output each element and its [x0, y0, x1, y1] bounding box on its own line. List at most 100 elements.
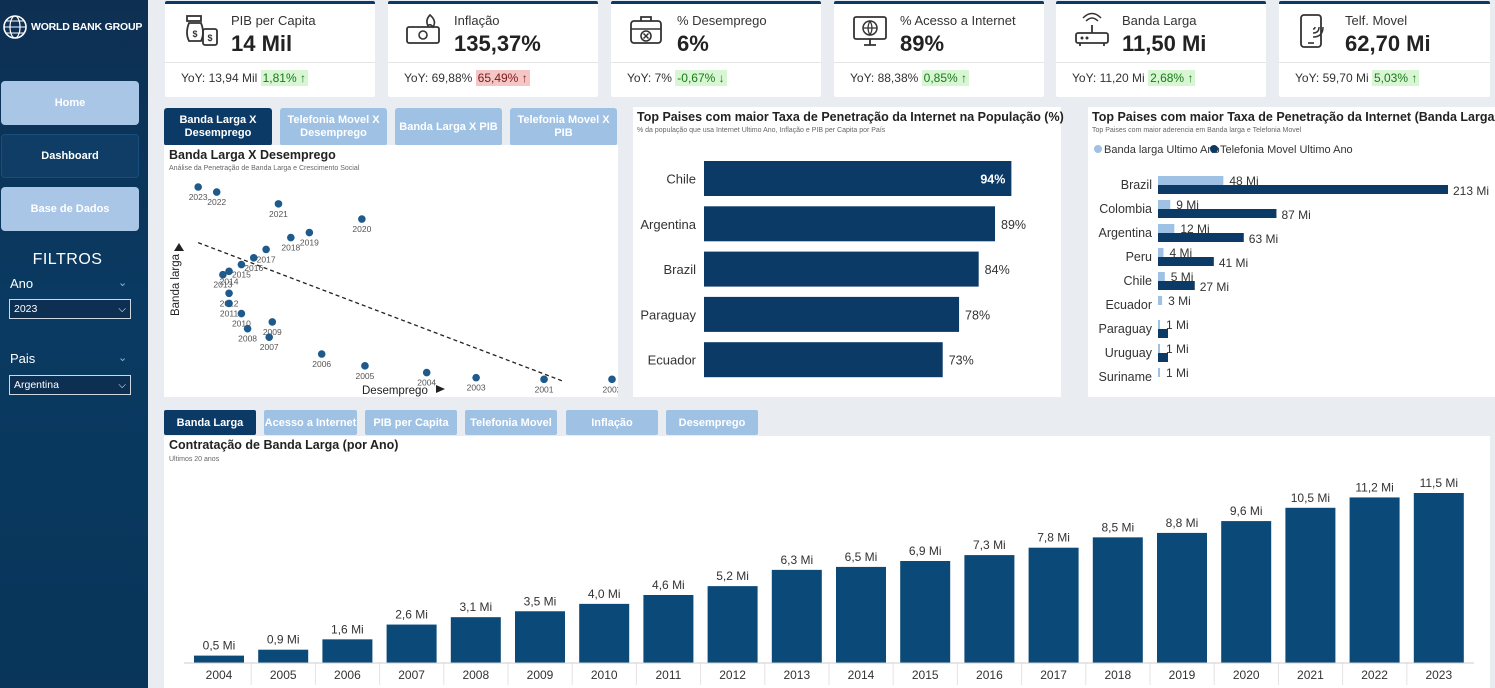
sidebar: WORLD BANK GROUP Home Dashboard Base de … — [0, 0, 148, 688]
arrow-up-icon: ↑ — [521, 71, 528, 85]
bar-broadband[interactable] — [1158, 296, 1163, 305]
bar-value-label: 0,5 Mi — [203, 639, 236, 653]
scatter-point[interactable] — [212, 188, 221, 196]
bar-value-label: 27 Mi — [1200, 280, 1229, 294]
bar-broadband[interactable] — [1158, 200, 1171, 209]
scatter-point[interactable] — [268, 318, 277, 326]
bar[interactable] — [386, 624, 437, 663]
bar-mobile[interactable] — [1158, 329, 1168, 338]
bar-mobile[interactable] — [1158, 209, 1277, 218]
bar[interactable] — [258, 649, 309, 663]
scatter-point[interactable] — [237, 309, 246, 318]
scatter-point[interactable] — [274, 200, 283, 208]
nav-home-button[interactable]: Home — [1, 81, 139, 125]
scatter-point-label: 2001 — [535, 384, 554, 394]
filter-year-collapse-icon[interactable]: ⌄ — [118, 276, 127, 289]
bar-broadband[interactable] — [1158, 224, 1175, 233]
scatter-point[interactable] — [361, 362, 369, 370]
scatter-point[interactable] — [262, 245, 270, 254]
tab-metric-0[interactable]: Banda Larga — [164, 410, 256, 435]
nav-database-button[interactable]: Base de Dados — [1, 187, 139, 231]
scatter-point[interactable] — [243, 324, 252, 333]
bar-value-label: 94% — [980, 173, 1005, 187]
bar[interactable] — [704, 251, 979, 287]
bar[interactable] — [1028, 547, 1079, 663]
filter-country-select[interactable]: Argentina ⌵ — [9, 375, 131, 395]
tab-metric-4[interactable]: Inflação — [566, 410, 658, 435]
bar[interactable] — [579, 603, 630, 663]
bar-broadband[interactable] — [1158, 344, 1160, 353]
bar[interactable] — [836, 566, 886, 663]
filter-year-select[interactable]: 2023 ⌵ — [9, 299, 131, 319]
scatter-point[interactable] — [540, 375, 548, 384]
scatter-point[interactable] — [249, 254, 258, 262]
bar[interactable] — [1413, 493, 1464, 663]
tab-scatter-1[interactable]: Telefonia Movel X Desemprego — [280, 108, 387, 146]
bar-mobile[interactable] — [1158, 185, 1448, 194]
bar-mobile[interactable] — [1158, 257, 1214, 266]
tab-metric-1[interactable]: Acesso a Internet — [264, 410, 357, 435]
filter-country-value: Argentina — [14, 379, 59, 391]
legend-marker — [1210, 145, 1218, 153]
bar[interactable] — [1285, 507, 1336, 663]
bar[interactable] — [1157, 532, 1207, 663]
bar[interactable] — [704, 296, 960, 332]
scatter-point[interactable] — [237, 260, 246, 269]
scatter-point[interactable] — [265, 333, 274, 341]
bar[interactable] — [322, 639, 373, 663]
bar[interactable] — [900, 561, 951, 663]
bar[interactable] — [704, 342, 943, 378]
scatter-point[interactable] — [472, 373, 480, 382]
bar-broadband[interactable] — [1158, 272, 1165, 281]
bar[interactable] — [704, 206, 996, 242]
bar[interactable] — [707, 586, 758, 663]
kpi-value: 11,50 Mi — [1122, 31, 1207, 56]
kpi-card: % Acesso a Internet 89% YoY: 88,38% 0,85% … — [834, 1, 1044, 97]
bar[interactable] — [450, 617, 501, 663]
kpi-change-badge: 1,81% ↑ — [260, 70, 308, 86]
scatter-point[interactable] — [225, 289, 233, 298]
tab-metric-2[interactable]: PIB per Capita — [365, 410, 457, 435]
nav-dashboard-button[interactable]: Dashboard — [1, 134, 139, 178]
bar[interactable] — [704, 161, 1012, 196]
bar[interactable] — [771, 569, 822, 663]
scatter-point-label: 2021 — [269, 209, 288, 219]
tab-scatter-2[interactable]: Banda Larga X PIB — [395, 108, 502, 146]
scatter-point[interactable] — [317, 350, 326, 358]
kpi-yoy: YoY: 88,38% 0,85% ↑ — [850, 70, 970, 86]
arrow-up-icon: ↑ — [961, 71, 968, 85]
bar-broadband[interactable] — [1158, 368, 1160, 377]
bar[interactable] — [1092, 537, 1143, 663]
bar-broadband[interactable] — [1158, 320, 1160, 329]
filter-country-collapse-icon[interactable]: ⌄ — [118, 351, 127, 364]
bar-value-label: 3 Mi — [1168, 294, 1191, 308]
x-tick-label: 2018 — [1104, 668, 1131, 682]
tab-scatter-3[interactable]: Telefonia Movel X PIB — [510, 108, 617, 146]
tab-metric-3[interactable]: Telefonia Movel — [465, 410, 557, 435]
bar[interactable] — [1221, 521, 1272, 663]
scatter-point[interactable] — [358, 215, 366, 223]
tab-scatter-0[interactable]: Banda Larga X Desemprego — [164, 108, 272, 146]
bar-broadband[interactable] — [1158, 176, 1224, 185]
bar[interactable] — [1349, 497, 1400, 663]
scatter-point[interactable] — [194, 183, 202, 191]
kpi-change-value: 2,68% — [1150, 71, 1185, 85]
kpi-yoy: YoY: 11,20 Mi 2,68% ↑ — [1072, 70, 1196, 86]
bar-mobile[interactable] — [1158, 353, 1168, 362]
bar-mobile[interactable] — [1158, 281, 1195, 290]
scatter-point[interactable] — [608, 375, 616, 384]
bar[interactable] — [515, 611, 565, 663]
scatter-point[interactable] — [422, 368, 431, 377]
bar-mobile[interactable] — [1158, 233, 1244, 242]
bar[interactable] — [194, 655, 244, 663]
scatter-point[interactable] — [219, 270, 227, 279]
bar[interactable] — [964, 555, 1015, 663]
phone-signal-icon — [1295, 11, 1335, 51]
scatter-point[interactable] — [225, 299, 233, 308]
bar[interactable] — [643, 595, 694, 663]
scatter-point[interactable] — [305, 228, 314, 237]
scatter-point[interactable] — [287, 233, 295, 242]
bar-broadband[interactable] — [1158, 248, 1164, 257]
tab-metric-5[interactable]: Desemprego — [666, 410, 758, 435]
bar-value-label: 213 Mi — [1453, 184, 1489, 198]
